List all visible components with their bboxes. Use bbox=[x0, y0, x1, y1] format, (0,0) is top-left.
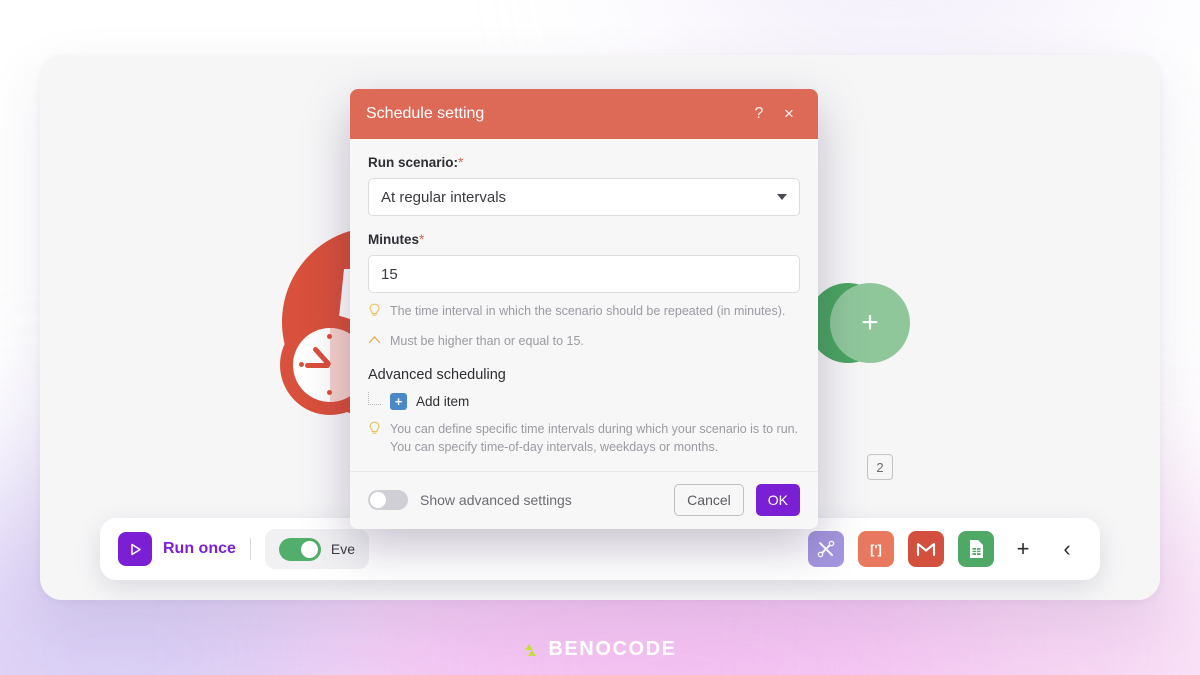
caret-up-warning-icon bbox=[368, 333, 381, 351]
minutes-label-text: Minutes bbox=[368, 232, 420, 247]
toolbar-app-icons: ['] + ‹ bbox=[808, 531, 1082, 567]
add-module-button[interactable]: + bbox=[830, 283, 910, 363]
ok-button[interactable]: OK bbox=[755, 484, 800, 516]
schedule-label: Eve bbox=[330, 541, 356, 557]
field-spacer bbox=[368, 216, 800, 232]
advanced-scheduling-hint-text: You can define specific time intervals d… bbox=[390, 422, 799, 455]
chevron-left-icon[interactable]: ‹ bbox=[1052, 534, 1082, 564]
schedule-toggle-group[interactable]: Eve bbox=[264, 529, 370, 569]
toolbar-divider bbox=[249, 538, 251, 560]
schedule-toggle[interactable] bbox=[278, 537, 321, 561]
advanced-toggle-knob bbox=[370, 492, 386, 508]
dialog-title: Schedule setting bbox=[366, 105, 485, 122]
minutes-hint: The time interval in which the scenario … bbox=[368, 302, 800, 323]
run-scenario-label: Run scenario:* bbox=[368, 155, 800, 170]
close-icon[interactable]: × bbox=[776, 101, 802, 127]
clock-tick-12 bbox=[327, 334, 332, 339]
schedule-toggle-knob bbox=[300, 540, 318, 558]
step-number-badge[interactable]: 2 bbox=[867, 454, 893, 480]
dialog-header: Schedule setting ? × bbox=[350, 89, 818, 139]
plus-square-icon: + bbox=[390, 393, 407, 411]
lightbulb-icon bbox=[368, 421, 381, 456]
add-item-label: Add item bbox=[416, 394, 470, 410]
show-advanced-settings-label: Show advanced settings bbox=[420, 492, 572, 508]
run-scenario-label-text: Run scenario: bbox=[368, 155, 459, 170]
run-once-button[interactable]: Run once bbox=[118, 532, 236, 566]
run-once-label: Run once bbox=[163, 540, 236, 557]
run-scenario-select[interactable]: At regular intervals bbox=[368, 178, 800, 216]
brand-name: BENOCODE bbox=[548, 638, 677, 660]
gmail-icon[interactable] bbox=[908, 531, 944, 567]
cancel-button[interactable]: Cancel bbox=[674, 484, 744, 516]
google-sheets-icon[interactable] bbox=[958, 531, 994, 567]
page-root: Gn Watch + 2 Run once bbox=[0, 0, 1200, 675]
minutes-label: Minutes* bbox=[368, 232, 800, 247]
run-scenario-value: At regular intervals bbox=[381, 188, 507, 206]
plus-icon: + bbox=[861, 306, 879, 339]
show-advanced-settings-toggle[interactable] bbox=[368, 490, 408, 510]
benocode-logo-mark bbox=[525, 643, 537, 656]
clock-tick-6 bbox=[327, 390, 332, 395]
advanced-scheduling-title: Advanced scheduling bbox=[368, 367, 506, 384]
code-brackets-icon[interactable]: ['] bbox=[858, 531, 894, 567]
advanced-scheduling-hint: You can define specific time intervals d… bbox=[368, 420, 800, 456]
tools-icon[interactable] bbox=[808, 531, 844, 567]
tree-branch-icon bbox=[368, 392, 381, 406]
minutes-hint-text: The time interval in which the scenario … bbox=[390, 304, 786, 318]
minutes-value: 15 bbox=[381, 265, 398, 283]
dialog-footer: Show advanced settings Cancel OK bbox=[350, 470, 818, 529]
dialog-body: Run scenario:* At regular intervals Minu… bbox=[350, 139, 818, 457]
minutes-warning-text: Must be higher than or equal to 15. bbox=[390, 334, 584, 349]
required-asterisk: * bbox=[419, 232, 425, 247]
help-icon[interactable]: ? bbox=[746, 101, 772, 127]
chevron-down-icon bbox=[777, 194, 787, 200]
schedule-setting-dialog: Schedule setting ? × Run scenario:* At r… bbox=[350, 89, 818, 529]
minutes-warning: Must be higher than or equal to 15. bbox=[368, 332, 800, 351]
brand-footer: BENOCODE bbox=[0, 638, 1200, 661]
required-asterisk: * bbox=[458, 155, 464, 170]
clock-tick-9 bbox=[299, 362, 304, 367]
play-icon bbox=[118, 532, 152, 566]
lightbulb-icon bbox=[368, 303, 381, 323]
add-toolbar-button[interactable]: + bbox=[1008, 534, 1038, 564]
add-item-button[interactable]: + Add item bbox=[368, 392, 800, 411]
minutes-input[interactable]: 15 bbox=[368, 255, 800, 293]
